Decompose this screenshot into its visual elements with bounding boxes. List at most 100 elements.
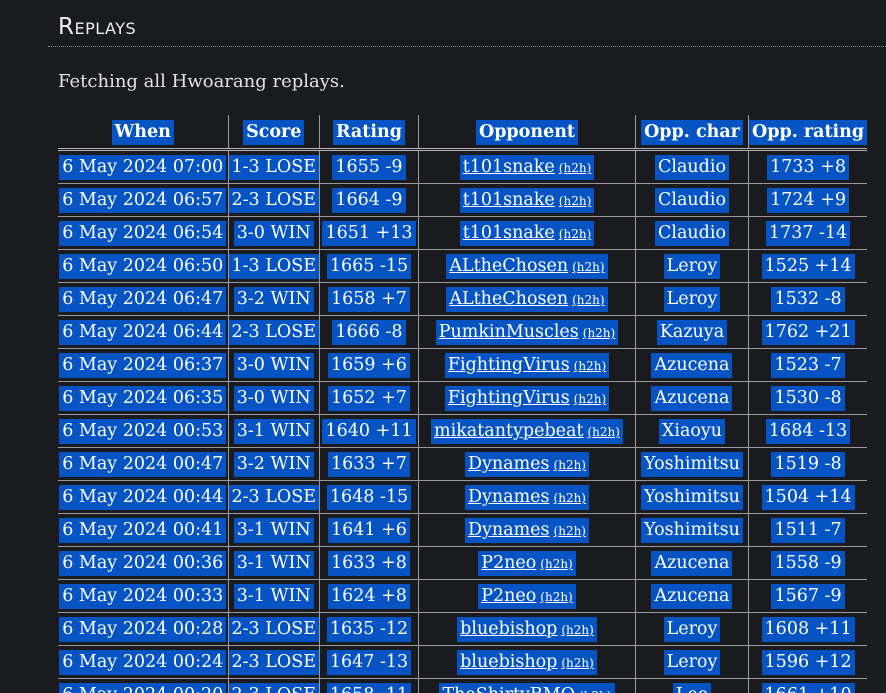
table-header-row: When Score Rating Opponent Opp. char Opp… — [58, 115, 868, 151]
h2h-link[interactable]: (h2h) — [587, 425, 619, 439]
cell-opp-char: Claudio — [634, 149, 749, 184]
h2h-link[interactable]: (h2h) — [559, 161, 591, 175]
cell-score: 2-3 LOSE — [227, 612, 320, 646]
cell-score: 2-3 LOSE — [227, 183, 320, 217]
cell-score: 3-0 WIN — [227, 348, 320, 382]
cell-rating: 1655 -9 — [318, 149, 419, 184]
cell-rating: 1635 -12 — [318, 612, 419, 646]
h2h-link[interactable]: (h2h) — [559, 194, 591, 208]
h2h-link[interactable]: (h2h) — [559, 227, 591, 241]
h2h-link[interactable]: (h2h) — [572, 260, 604, 274]
cell-opp-rating: 1733 +8 — [747, 149, 868, 184]
table-row: 6 May 2024 06:44 2-3 LOSE 1666 -8 PumkinMus… — [58, 315, 868, 349]
table-row: 6 May 2024 00:33 3-1 WIN 1624 +8 P2neo (h2h)… — [58, 579, 868, 613]
h2h-link[interactable]: (h2h) — [574, 359, 606, 373]
section-title: Replays — [58, 14, 137, 40]
cell-score: 3-1 WIN — [227, 579, 320, 613]
cell-rating: 1647 -13 — [318, 645, 419, 679]
cell-opp-rating: 1519 -8 — [747, 447, 868, 481]
h2h-link[interactable]: (h2h) — [554, 491, 586, 505]
cell-score: 2-3 LOSE — [227, 480, 320, 514]
table-row: 6 May 2024 06:47 3-2 WIN 1658 +7 ALtheChose… — [58, 282, 868, 316]
cell-when: 6 May 2024 06:35 — [58, 381, 228, 415]
opponent-link[interactable]: t101snake — [463, 190, 555, 210]
cell-opponent: t101snake (h2h) — [417, 149, 636, 184]
opponent-link[interactable]: Dynames — [468, 487, 550, 507]
cell-rating: 1652 +7 — [318, 381, 419, 415]
cell-opponent: P2neo (h2h) — [417, 546, 636, 580]
opponent-link[interactable]: Dynames — [468, 520, 550, 540]
cell-opponent: t101snake (h2h) — [417, 183, 636, 217]
cell-rating: 1624 +8 — [318, 579, 419, 613]
opponent-link[interactable]: P2neo — [481, 553, 536, 573]
opponent-link[interactable]: t101snake — [463, 223, 555, 243]
cell-rating: 1633 +8 — [318, 546, 419, 580]
cell-rating: 1641 +6 — [318, 513, 419, 547]
cell-when: 6 May 2024 06:50 — [58, 249, 228, 283]
cell-rating: 1664 -9 — [318, 183, 419, 217]
h2h-link[interactable]: (h2h) — [561, 623, 593, 637]
cell-opponent: ALtheChosen (h2h) — [417, 282, 636, 316]
cell-score: 3-2 WIN — [227, 447, 320, 481]
cell-when: 6 May 2024 00:28 — [58, 612, 228, 646]
h2h-link[interactable]: (h2h) — [554, 524, 586, 538]
opponent-link[interactable]: Dynames — [468, 454, 550, 474]
opponent-link[interactable]: bluebishop — [460, 652, 557, 672]
h2h-link[interactable]: (h2h) — [574, 392, 606, 406]
cell-rating: 1665 -15 — [318, 249, 419, 283]
h2h-link[interactable]: (h2h) — [561, 656, 593, 670]
cell-opponent: Dynames (h2h) — [417, 513, 636, 547]
opponent-link[interactable]: t101snake — [463, 157, 555, 177]
cell-opponent: P2neo (h2h) — [417, 579, 636, 613]
opponent-link[interactable]: ALtheChosen — [449, 289, 568, 309]
h2h-link[interactable]: (h2h) — [572, 293, 604, 307]
opponent-link[interactable]: PumkinMuscles — [439, 322, 579, 342]
cell-rating: 1658 +7 — [318, 282, 419, 316]
opponent-link[interactable]: TheShirtyBMO — [442, 685, 575, 693]
opponent-link[interactable]: ALtheChosen — [449, 256, 568, 276]
cell-opp-rating: 1737 -14 — [747, 216, 868, 250]
cell-score: 2-3 LOSE — [227, 645, 320, 679]
h2h-link[interactable]: (h2h) — [554, 458, 586, 472]
header-opp-rating: Opp. rating — [747, 115, 868, 151]
h2h-link[interactable]: (h2h) — [540, 557, 572, 571]
cell-opp-rating: 1608 +11 — [747, 612, 868, 646]
cell-score: 2-3 LOSE — [227, 315, 320, 349]
cell-opp-char: Leroy — [634, 249, 749, 283]
cell-opp-char: Lee — [634, 678, 749, 693]
table-row: 6 May 2024 00:53 3-1 WIN 1640 +11 mikatanty… — [58, 414, 868, 448]
opponent-link[interactable]: P2neo — [481, 586, 536, 606]
cell-when: 6 May 2024 00:36 — [58, 546, 228, 580]
opponent-link[interactable]: mikatantypebeat — [434, 421, 583, 441]
cell-rating: 1633 +7 — [318, 447, 419, 481]
opponent-link[interactable]: FightingVirus — [448, 388, 570, 408]
status-message: Fetching all Hwoarang replays. — [58, 71, 345, 92]
replay-rows: 6 May 2024 07:00 1-3 LOSE 1655 -9 t101snake… — [58, 149, 868, 693]
header-opponent: Opponent — [417, 115, 636, 151]
table-row: 6 May 2024 00:28 2-3 LOSE 1635 -12 bluebish… — [58, 612, 868, 646]
cell-opp-char: Kazuya — [634, 315, 749, 349]
cell-opponent: t101snake (h2h) — [417, 216, 636, 250]
cell-opp-rating: 1596 +12 — [747, 645, 868, 679]
cell-rating: 1659 +6 — [318, 348, 419, 382]
table-row: 6 May 2024 00:202-3 LOSE1658 -11TheShirt… — [58, 678, 868, 693]
table-row: 6 May 2024 00:36 3-1 WIN 1633 +8 P2neo (h2h)… — [58, 546, 868, 580]
table-row: 6 May 2024 00:44 2-3 LOSE 1648 -15 Dynames (… — [58, 480, 868, 514]
cell-opp-rating: 1530 -8 — [747, 381, 868, 415]
cell-opponent: FightingVirus (h2h) — [417, 381, 636, 415]
cell-opponent: mikatantypebeat (h2h) — [417, 414, 636, 448]
h2h-link[interactable]: (h2h) — [583, 326, 615, 340]
cell-opp-rating: 1558 -9 — [747, 546, 868, 580]
opponent-link[interactable]: bluebishop — [460, 619, 557, 639]
cell-rating: 1658 -11 — [318, 678, 419, 693]
cell-when: 6 May 2024 00:24 — [58, 645, 228, 679]
cell-when: 6 May 2024 06:37 — [58, 348, 228, 382]
table-row: 6 May 2024 06:37 3-0 WIN 1659 +6 FightingVi… — [58, 348, 868, 382]
opponent-link[interactable]: FightingVirus — [448, 355, 570, 375]
cell-rating: 1666 -8 — [318, 315, 419, 349]
h2h-link[interactable]: (h2h) — [540, 590, 572, 604]
cell-when: 6 May 2024 00:47 — [58, 447, 228, 481]
title-divider — [48, 46, 886, 47]
h2h-link[interactable]: (h2h) — [579, 689, 611, 693]
cell-opp-char: Azucena — [634, 381, 749, 415]
